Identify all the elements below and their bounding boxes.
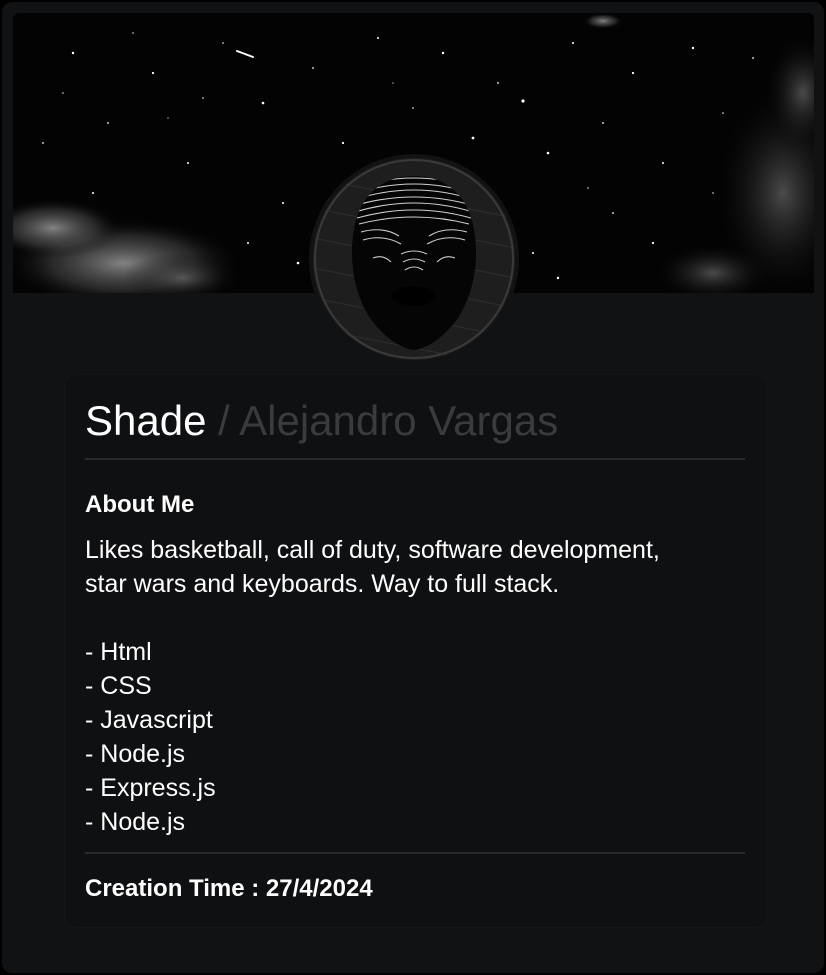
header-divider: [85, 458, 745, 460]
skills-list: - Html - CSS - Javascript - Node.js - Ex…: [85, 635, 216, 839]
name-separator: /: [218, 397, 230, 444]
creation-time: Creation Time : 27/4/2024: [85, 875, 373, 902]
skill-item: - CSS: [85, 672, 152, 700]
skill-item: - Html: [85, 638, 152, 666]
display-name: Shade: [85, 397, 207, 444]
skill-item: - Javascript: [85, 706, 213, 734]
profile-body-card: Shade / Alejandro Vargas About Me Likes …: [64, 374, 767, 928]
user-name: Alejandro Vargas: [239, 397, 559, 444]
bio-line: star wars and keyboards. Way to full sta…: [85, 570, 560, 598]
bio-line: Likes basketball, call of duty, software…: [85, 536, 660, 564]
skill-item: - Express.js: [85, 774, 216, 802]
skill-item: - Node.js: [85, 808, 186, 836]
profile-popout: Shade / Alejandro Vargas About Me Likes …: [2, 2, 824, 973]
footer-divider: [85, 852, 745, 854]
avatar[interactable]: [313, 158, 515, 360]
name-heading: Shade / Alejandro Vargas: [85, 397, 558, 445]
about-me-bio: Likes basketball, call of duty, software…: [85, 533, 755, 601]
skill-item: - Node.js: [85, 740, 186, 768]
about-me-heading: About Me: [85, 491, 195, 518]
